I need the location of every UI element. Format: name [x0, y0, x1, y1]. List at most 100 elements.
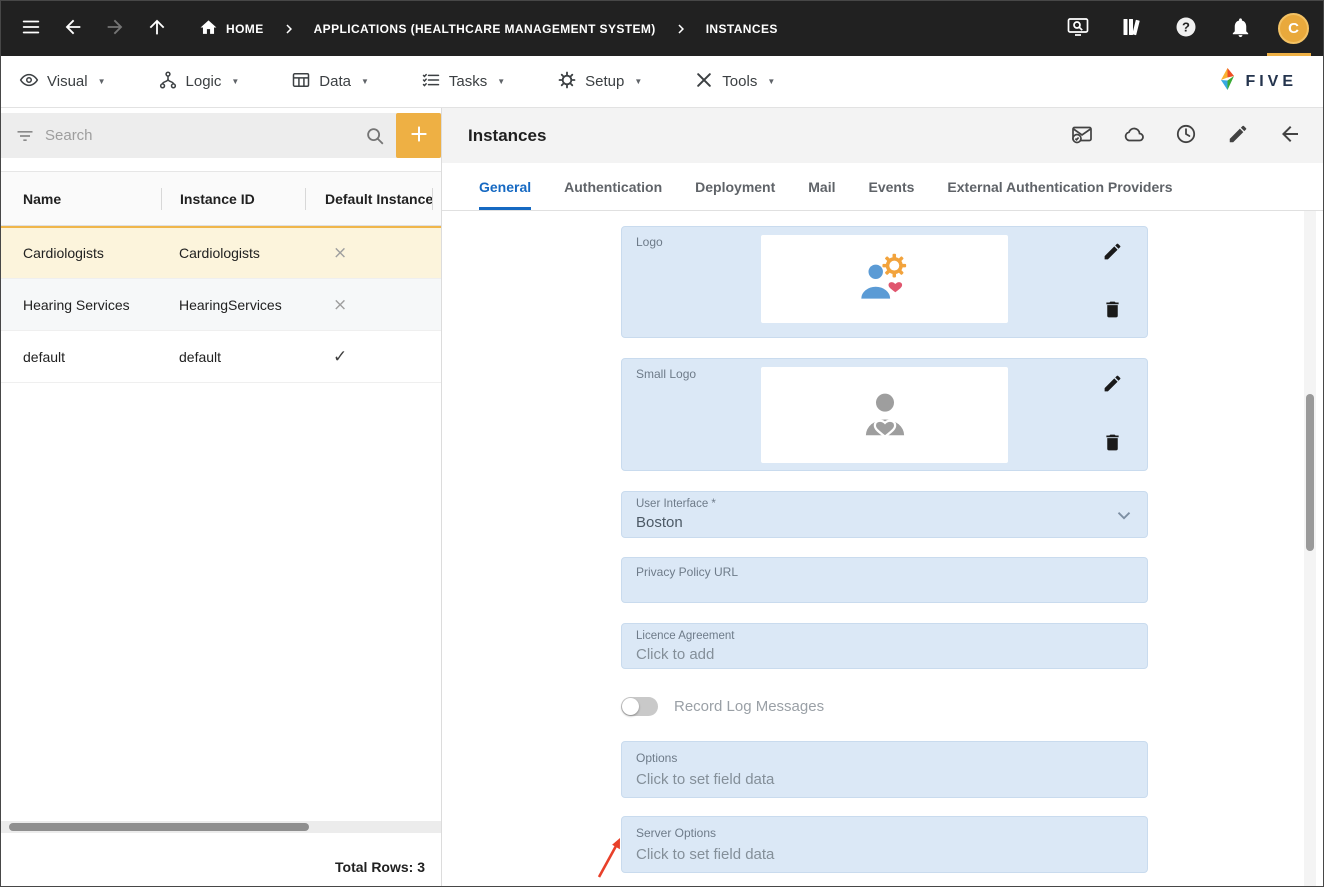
- deploy-cloud-button[interactable]: [1121, 123, 1147, 149]
- default-mark-icon: ×: [304, 243, 441, 263]
- clock-icon: [1174, 122, 1198, 149]
- table-icon: [291, 70, 311, 94]
- help-icon: ?: [1174, 15, 1198, 42]
- breadcrumb-applications[interactable]: APPLICATIONS (HEALTHCARE MANAGEMENT SYST…: [314, 22, 656, 36]
- tabbar: General Authentication Deployment Mail E…: [442, 163, 1323, 211]
- horizontal-scrollbar-track[interactable]: [1, 821, 441, 833]
- column-header-instance-id[interactable]: Instance ID: [162, 191, 305, 207]
- privacy-policy-url-field[interactable]: Privacy Policy URL: [621, 557, 1148, 603]
- menu-item-tools[interactable]: Tools ▼: [694, 70, 775, 94]
- edit-small-logo-button[interactable]: [1102, 373, 1123, 397]
- instances-list-panel: Name Instance ID Default Instance Cardio…: [1, 108, 442, 886]
- options-field[interactable]: Options Click to set field data: [621, 741, 1148, 798]
- home-icon: [199, 18, 218, 40]
- library-button[interactable]: [1116, 13, 1148, 45]
- menu-item-logic[interactable]: Logic ▼: [158, 70, 240, 94]
- user-interface-value: Boston: [636, 514, 1133, 531]
- menu-item-tasks[interactable]: Tasks ▼: [421, 70, 505, 94]
- tab-general[interactable]: General: [479, 163, 531, 210]
- trash-icon: [1102, 432, 1123, 456]
- checklist-icon: [421, 70, 441, 94]
- search-icon[interactable]: [364, 125, 386, 147]
- server-options-field[interactable]: Server Options Click to set field data: [621, 816, 1148, 873]
- topbar: HOME APPLICATIONS (HEALTHCARE MANAGEMENT…: [1, 1, 1323, 56]
- inspect-button[interactable]: [1062, 13, 1094, 45]
- cloud-icon: [1122, 122, 1146, 149]
- delete-small-logo-button[interactable]: [1102, 432, 1123, 456]
- add-instance-button[interactable]: [396, 113, 441, 158]
- menu-label: Data: [319, 73, 351, 90]
- delete-logo-button[interactable]: [1102, 299, 1123, 323]
- small-logo-field[interactable]: Small Logo: [621, 358, 1148, 471]
- tab-deployment[interactable]: Deployment: [695, 163, 775, 210]
- gear-icon: [557, 70, 577, 94]
- table-row-hearing-services[interactable]: Hearing Services HearingServices ×: [1, 279, 441, 331]
- user-avatar[interactable]: C: [1278, 13, 1309, 44]
- licence-agreement-field[interactable]: Licence Agreement Click to add: [621, 623, 1148, 669]
- logo-field-actions: [1102, 241, 1123, 323]
- collapse-panel-button[interactable]: [1277, 123, 1303, 149]
- logo-image: [761, 235, 1008, 323]
- default-mark-icon: ×: [304, 295, 441, 315]
- logo-field[interactable]: Logo: [621, 226, 1148, 338]
- caret-down-icon: ▼: [361, 77, 369, 86]
- record-log-messages-label: Record Log Messages: [674, 698, 824, 715]
- instance-detail-panel: Instances: [442, 108, 1323, 886]
- breadcrumb-instances-label: INSTANCES: [706, 22, 778, 36]
- tab-external-auth-providers[interactable]: External Authentication Providers: [947, 163, 1172, 210]
- filter-icon[interactable]: [15, 126, 35, 146]
- menu-item-data[interactable]: Data ▼: [291, 70, 369, 94]
- flow-icon: [158, 70, 178, 94]
- tab-authentication[interactable]: Authentication: [564, 163, 662, 210]
- send-mail-button[interactable]: [1069, 123, 1095, 149]
- forward-button[interactable]: [99, 13, 131, 45]
- arrow-up-icon: [146, 16, 168, 41]
- plus-icon: [409, 124, 429, 147]
- caret-down-icon: ▼: [231, 77, 239, 86]
- table-row-cardiologists[interactable]: Cardiologists Cardiologists ×: [1, 226, 441, 279]
- edit-record-button[interactable]: [1225, 123, 1251, 149]
- tools-icon: [694, 70, 714, 94]
- hamburger-menu-button[interactable]: [15, 13, 47, 45]
- help-button[interactable]: ?: [1170, 13, 1202, 45]
- books-icon: [1120, 15, 1144, 42]
- table-row-default[interactable]: default default ✓: [1, 331, 441, 383]
- edit-logo-button[interactable]: [1102, 241, 1123, 265]
- history-button[interactable]: [1173, 123, 1199, 149]
- licence-agreement-label: Licence Agreement: [636, 630, 1133, 642]
- user-interface-label: User Interface *: [636, 498, 1133, 510]
- vertical-scrollbar-track[interactable]: [1304, 211, 1316, 886]
- chevron-down-icon: [1113, 504, 1135, 526]
- search-input[interactable]: [45, 127, 354, 144]
- detail-header-actions: [1069, 123, 1303, 149]
- tab-mail[interactable]: Mail: [808, 163, 835, 210]
- table-header: Name Instance ID Default Instance: [1, 171, 441, 226]
- cell-instance-id: default: [161, 349, 304, 365]
- person-heart-graphic: [858, 388, 912, 442]
- breadcrumb-home[interactable]: HOME: [199, 18, 264, 40]
- mail-check-icon: [1070, 122, 1094, 149]
- options-label: Options: [636, 751, 1133, 765]
- column-header-name[interactable]: Name: [1, 191, 161, 207]
- svg-text:?: ?: [1182, 20, 1190, 35]
- record-log-messages-toggle[interactable]: [621, 697, 658, 716]
- horizontal-scrollbar-thumb[interactable]: [9, 823, 309, 831]
- vertical-scrollbar-thumb[interactable]: [1306, 394, 1314, 551]
- breadcrumb-instances[interactable]: INSTANCES: [706, 22, 778, 36]
- trash-icon: [1102, 299, 1123, 323]
- tab-events[interactable]: Events: [869, 163, 915, 210]
- column-header-default-instance[interactable]: Default Instance: [306, 191, 441, 207]
- eye-icon: [19, 70, 39, 94]
- user-interface-select[interactable]: User Interface * Boston: [621, 491, 1148, 538]
- menu-item-setup[interactable]: Setup ▼: [557, 70, 642, 94]
- hamburger-icon: [20, 16, 42, 41]
- menu-item-visual[interactable]: Visual ▼: [19, 70, 106, 94]
- small-logo-image: [761, 367, 1008, 463]
- notifications-button[interactable]: [1224, 13, 1256, 45]
- up-level-button[interactable]: [141, 13, 173, 45]
- back-button[interactable]: [57, 13, 89, 45]
- breadcrumb-home-label: HOME: [226, 22, 264, 36]
- arrow-left-icon: [62, 16, 84, 41]
- cell-name: Hearing Services: [1, 297, 161, 313]
- menu-label: Visual: [47, 73, 88, 90]
